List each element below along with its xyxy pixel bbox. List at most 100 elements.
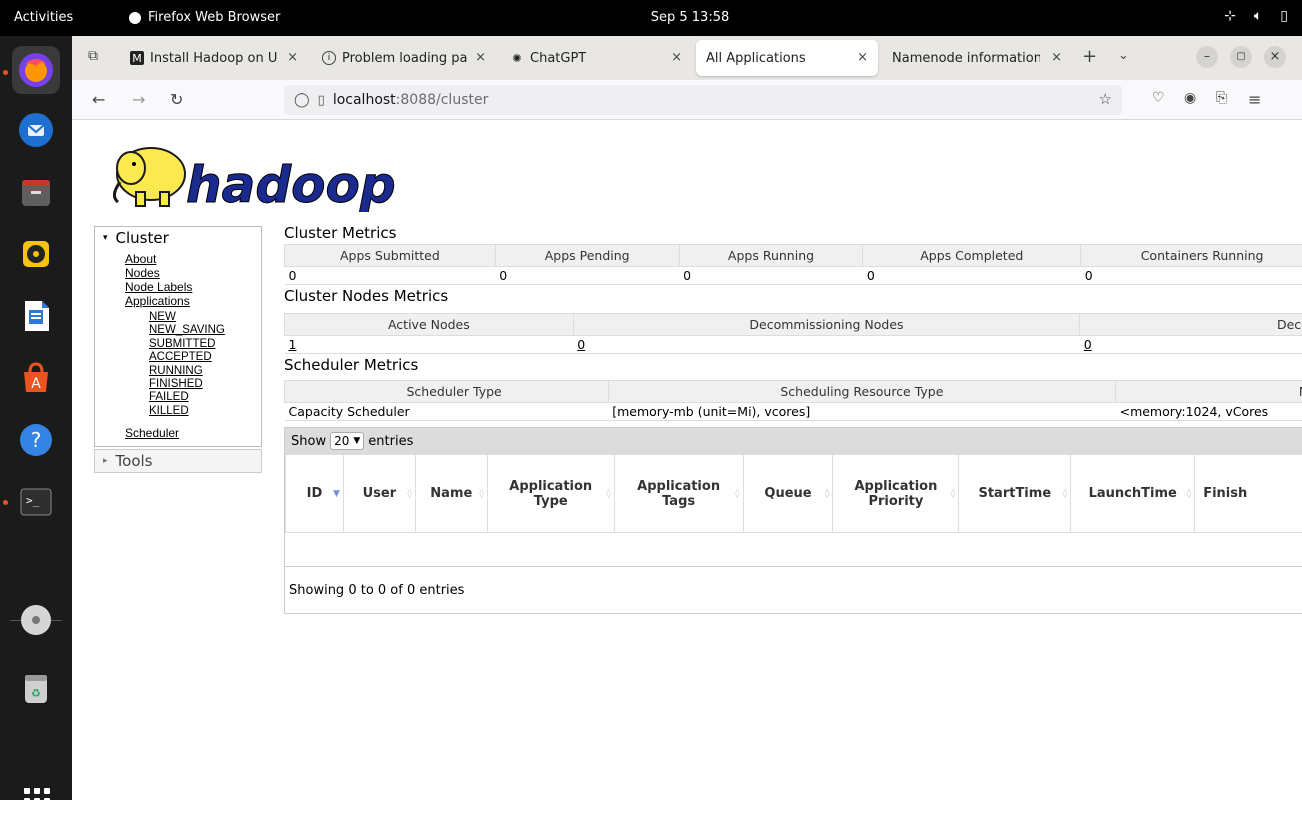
terminal-dock-icon[interactable]: >_ [12,478,60,526]
table-cell: 0 [284,266,496,285]
table-header[interactable]: Scheduling Resource Type [607,380,1117,403]
tab-label: ChatGPT [530,50,587,66]
rhythmbox-dock-icon[interactable] [12,230,60,278]
firefox-dock-icon[interactable] [12,46,60,94]
tab-label: Namenode information [892,50,1040,66]
maximize-icon[interactable]: ▢ [1230,46,1252,68]
decommissioned-nodes-link[interactable]: 0 [1084,337,1092,352]
column-header-application-type[interactable]: Application Type ◊ [486,454,615,533]
close-window-icon[interactable]: × [1264,46,1286,68]
bookmark-star-icon[interactable]: ☆ [1099,90,1112,108]
table-header[interactable]: Active Nodes [284,313,574,336]
table-header[interactable]: Apps Submitted [284,244,496,267]
scheduler-metrics-table: Scheduler Type Scheduling Resource Type … [284,380,1302,421]
column-header-name[interactable]: Name ◊ [414,454,488,533]
menu-icon[interactable]: ≡ [1248,90,1261,109]
table-header[interactable]: Scheduler Type [284,380,609,403]
sidebar-link-node-labels[interactable]: Node Labels [125,280,261,294]
svg-text:♻: ♻ [31,687,41,700]
show-apps-icon[interactable] [24,788,50,814]
sidebar-cluster-header[interactable]: ▾ Cluster [94,226,262,248]
table-header[interactable]: Apps Running [678,244,864,267]
column-header-application-tags[interactable]: Application Tags ◊ [613,454,744,533]
forward-icon[interactable]: → [132,90,145,109]
system-tray[interactable]: ⊹ 🔈︎ ▯ [1224,8,1288,24]
trash-dock-icon[interactable]: ♻ [12,664,60,712]
column-header-id[interactable]: ID ▼ [285,454,344,533]
clock[interactable]: Sep 5 13:58 [620,10,760,25]
column-header-start-time[interactable]: StartTime ◊ [958,454,1072,533]
close-tab-icon[interactable]: × [287,50,298,65]
tab-install-hadoop[interactable]: M Install Hadoop on U × [120,40,308,76]
sidebar-link-about[interactable]: About [125,252,261,266]
table-cell: 0 [495,266,680,285]
column-header-user[interactable]: User ◊ [342,454,416,533]
column-header-finish-time[interactable]: Finish [1194,454,1302,533]
sidebar-link-running[interactable]: RUNNING [125,365,261,378]
libreoffice-writer-dock-icon[interactable] [12,292,60,340]
network-icon[interactable]: ⊹ [1224,8,1236,24]
table-header[interactable]: Decommissioning Nodes [572,313,1081,336]
back-icon[interactable]: ← [92,90,105,109]
close-tab-icon[interactable]: × [1051,50,1062,65]
active-nodes-link[interactable]: 1 [289,337,297,352]
help-dock-icon[interactable]: ? [12,416,60,464]
column-header-queue[interactable]: Queue ◊ [742,454,834,533]
minimize-icon[interactable]: – [1196,46,1218,68]
thunderbird-dock-icon[interactable] [12,106,60,154]
sidebar-link-finished[interactable]: FINISHED [125,378,261,391]
sidebar-link-applications[interactable]: Applications [125,294,261,308]
app-menu[interactable]: Firefox Web Browser [128,10,280,25]
column-label: Name [430,486,473,501]
activities-button[interactable]: Activities [14,10,73,25]
close-tab-icon[interactable]: × [475,50,486,65]
sidebar-link-scheduler[interactable]: Scheduler [125,426,261,440]
sidebar-link-nodes[interactable]: Nodes [125,266,261,280]
tab-namenode-information[interactable]: Namenode information × [882,40,1072,76]
sidebar-link-new[interactable]: NEW [125,311,261,324]
table-header[interactable]: Decom [1079,313,1302,336]
pocket-icon[interactable]: ♡ [1152,90,1165,106]
tab-list-icon[interactable]: ⧉ [88,48,98,64]
optical-drive-dock-icon[interactable] [12,596,60,644]
sidebar-link-new-saving[interactable]: NEW_SAVING [125,324,261,337]
reload-icon[interactable]: ↻ [170,90,183,109]
files-dock-icon[interactable] [12,168,60,216]
table-header[interactable]: Apps Pending [494,244,680,267]
volume-icon[interactable]: 🔈︎ [1254,8,1262,24]
table-cell: [memory-mb (unit=Mi), vcores] [608,402,1116,421]
app-center-dock-icon[interactable]: A [12,354,60,402]
extensions-icon[interactable]: ⎘ [1216,90,1227,106]
sidebar-tools-header[interactable]: ▸ Tools [94,449,262,474]
tab-chatgpt[interactable]: ✺ ChatGPT × [500,40,692,76]
url-bar[interactable]: ◯ ▯ localhost:8088/cluster ☆ [284,85,1122,115]
chatgpt-icon: ✺ [512,51,522,65]
tab-all-applications[interactable]: All Applications × [696,40,878,76]
table-header[interactable]: Apps Completed [862,244,1082,267]
table-header[interactable]: Containers Running [1080,244,1302,267]
tab-problem-loading[interactable]: i Problem loading pa × [312,40,496,76]
page-size-select[interactable]: 20 ▼ [330,432,365,450]
column-label: Finish [1203,486,1248,501]
column-header-launch-time[interactable]: LaunchTime ◊ [1070,454,1196,533]
column-header-application-priority[interactable]: Application Priority ◊ [832,454,960,533]
hadoop-logo: hadoop [113,147,396,212]
close-tab-icon[interactable]: × [671,50,682,65]
shield-icon[interactable]: ◯ [294,92,310,108]
sidebar-link-killed[interactable]: KILLED [125,405,261,418]
navigation-bar: ← → ↻ ◯ ▯ localhost:8088/cluster ☆ ♡ ◉ ⎘… [72,80,1302,120]
nodes-metrics-title: Cluster Nodes Metrics [284,287,449,305]
sidebar-link-failed[interactable]: FAILED [125,391,261,404]
account-icon[interactable]: ◉ [1184,90,1196,106]
sidebar: ▾ Cluster About Nodes Node Labels Applic… [94,226,262,474]
page-icon[interactable]: ▯ [318,93,325,108]
battery-icon[interactable]: ▯ [1280,8,1288,24]
nodes-metrics-table: Active Nodes Decommissioning Nodes Decom… [284,313,1302,354]
table-header[interactable]: Min [1115,380,1302,403]
new-tab-icon[interactable]: + [1082,46,1097,67]
decommissioning-nodes-link[interactable]: 0 [577,337,585,352]
sidebar-link-accepted[interactable]: ACCEPTED [125,351,261,364]
chevron-down-icon[interactable]: ⌄ [1118,48,1129,63]
sidebar-link-submitted[interactable]: SUBMITTED [125,338,261,351]
close-tab-icon[interactable]: × [857,50,868,65]
